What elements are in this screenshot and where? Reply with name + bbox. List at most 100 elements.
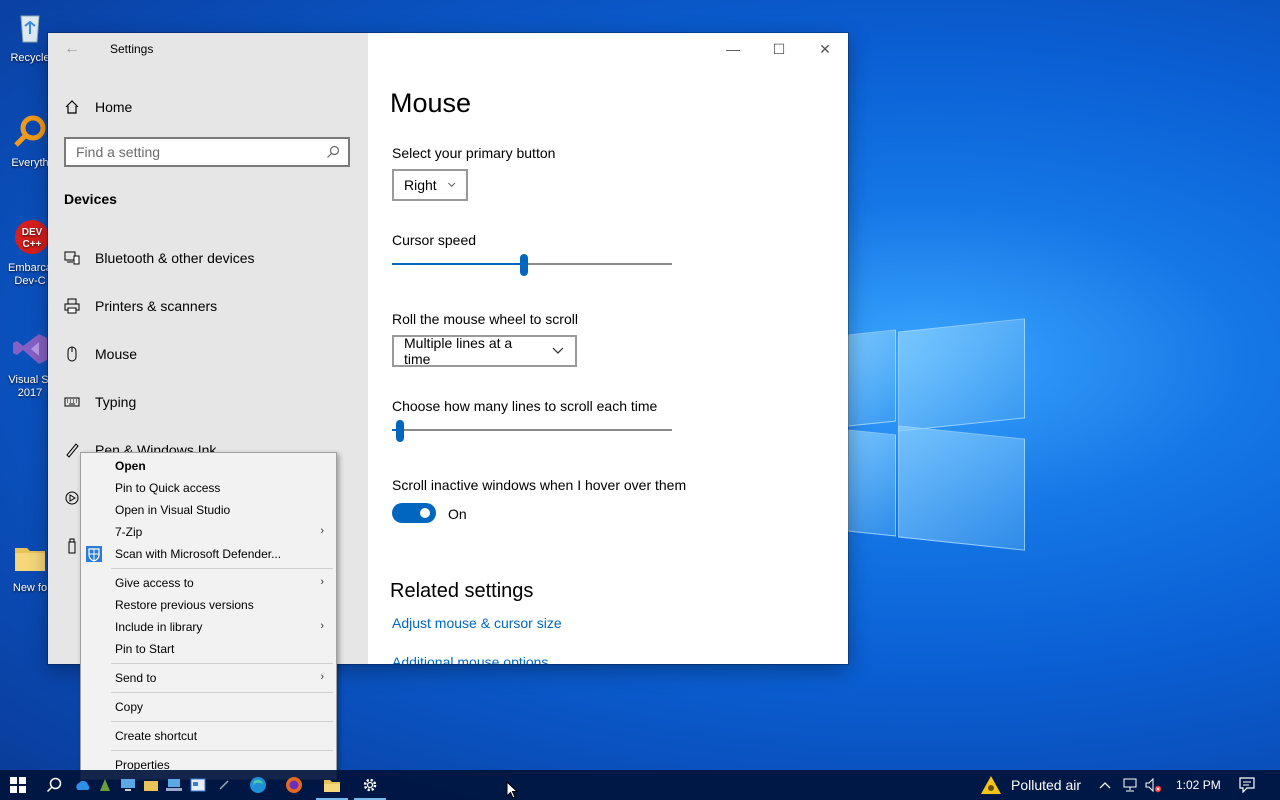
- menu-separator: [111, 663, 333, 664]
- menu-item-label: Include in library: [115, 620, 203, 634]
- taskbar-app-5[interactable]: [186, 770, 210, 800]
- taskbar-app-3[interactable]: [140, 770, 162, 800]
- window-title: Settings: [110, 42, 154, 56]
- taskbar-app-4[interactable]: [162, 770, 186, 800]
- network-computer-icon: [166, 779, 182, 791]
- action-center-button[interactable]: [1232, 770, 1262, 800]
- clock[interactable]: 1:02 PM: [1176, 778, 1221, 792]
- submenu-arrow-icon: ›: [320, 525, 324, 537]
- usb-icon: [64, 538, 80, 554]
- slider-fill: [392, 263, 524, 265]
- search-input[interactable]: Find a setting: [64, 137, 350, 167]
- chevron-down-icon: [447, 182, 455, 187]
- menu-item-scan-defender[interactable]: Scan with Microsoft Defender...: [81, 543, 334, 565]
- everything-search-icon: [14, 115, 46, 147]
- visual-studio-icon: [13, 334, 47, 364]
- menu-item-open-visual-studio[interactable]: Open in Visual Studio: [81, 499, 334, 521]
- context-menu: Open Pin to Quick access Open in Visual …: [80, 452, 337, 780]
- taskbar-firefox[interactable]: [276, 770, 312, 800]
- lines-scroll-slider[interactable]: [392, 420, 672, 442]
- sidebar-item-label: Bluetooth & other devices: [95, 250, 255, 266]
- search-icon: [327, 145, 340, 158]
- network-status[interactable]: [1118, 770, 1142, 800]
- menu-item-send-to[interactable]: Send to ›: [81, 667, 334, 689]
- menu-item-7zip[interactable]: 7-Zip ›: [81, 521, 334, 543]
- slider-thumb[interactable]: [396, 420, 405, 442]
- firefox-icon: [286, 777, 302, 793]
- home-icon: [65, 100, 79, 114]
- menu-item-label: Copy: [115, 700, 144, 714]
- menu-item-pin-start[interactable]: Pin to Start: [81, 638, 334, 660]
- wheel-scroll-value: Multiple lines at a time: [404, 335, 513, 367]
- minimize-button[interactable]: —: [710, 33, 756, 65]
- menu-item-label: Create shortcut: [115, 729, 198, 743]
- mouse-pointer-icon: [506, 781, 519, 799]
- menu-item-copy[interactable]: Copy: [81, 696, 334, 718]
- cursor-speed-slider[interactable]: [392, 254, 672, 276]
- inactive-scroll-toggle[interactable]: [392, 503, 436, 523]
- sidebar-item-bluetooth[interactable]: Bluetooth & other devices: [64, 245, 354, 271]
- show-hidden-icons[interactable]: [1094, 770, 1116, 800]
- submenu-arrow-icon: ›: [320, 671, 324, 683]
- printer-icon: [64, 298, 80, 314]
- volume-status[interactable]: [1142, 770, 1164, 800]
- mouse-icon: [64, 346, 80, 362]
- start-button[interactable]: [0, 770, 36, 800]
- weather-text[interactable]: Polluted air: [1011, 777, 1081, 793]
- keyboard-icon: [64, 394, 80, 410]
- weather-widget-icon[interactable]: [974, 770, 1008, 800]
- sidebar-item-mouse[interactable]: Mouse: [64, 341, 354, 367]
- taskbar-app-2[interactable]: [116, 770, 140, 800]
- menu-item-open[interactable]: Open: [81, 455, 334, 477]
- search-icon: [46, 777, 62, 793]
- maximize-button[interactable]: ☐: [756, 33, 802, 65]
- menu-item-label: Open: [115, 459, 146, 473]
- primary-button-dropdown[interactable]: Right: [392, 169, 468, 201]
- menu-item-restore-versions[interactable]: Restore previous versions: [81, 594, 334, 616]
- menu-item-include-library[interactable]: Include in library ›: [81, 616, 334, 638]
- adjust-mouse-size-link[interactable]: Adjust mouse & cursor size: [392, 615, 562, 631]
- additional-mouse-options-link[interactable]: Additional mouse options: [392, 654, 548, 664]
- search-placeholder: Find a setting: [76, 144, 161, 160]
- svg-text:C++: C++: [23, 239, 42, 250]
- inactive-scroll-label: Scroll inactive windows when I hover ove…: [392, 477, 687, 493]
- taskbar-edge[interactable]: [240, 770, 276, 800]
- taskbar-settings[interactable]: [352, 770, 388, 800]
- windows-logo-icon: [10, 777, 26, 793]
- menu-separator: [111, 568, 333, 569]
- home-label: Home: [95, 99, 133, 115]
- menu-item-create-shortcut[interactable]: Create shortcut: [81, 725, 334, 747]
- taskbar-app-6[interactable]: [210, 770, 238, 800]
- wheel-scroll-dropdown[interactable]: Multiple lines at a time: [392, 335, 577, 367]
- settings-content: — ☐ ✕ Mouse Select your primary button R…: [368, 33, 848, 664]
- back-arrow-icon[interactable]: ←: [64, 40, 80, 58]
- close-button[interactable]: ✕: [802, 33, 848, 65]
- menu-separator: [111, 692, 333, 693]
- control-panel-icon: [190, 778, 206, 792]
- submenu-arrow-icon: ›: [320, 576, 324, 588]
- wheel-scroll-label: Roll the mouse wheel to scroll: [392, 311, 578, 327]
- defender-icon: [86, 546, 102, 562]
- slider-thumb[interactable]: [519, 254, 528, 276]
- sidebar-item-printers[interactable]: Printers & scanners: [64, 293, 354, 319]
- menu-item-label: Scan with Microsoft Defender...: [115, 547, 282, 561]
- taskbar: Polluted air 1:02 PM: [0, 770, 1280, 800]
- devcpp-icon: DEVC++: [15, 220, 49, 254]
- menu-item-pin-quick-access[interactable]: Pin to Quick access: [81, 477, 334, 499]
- bluetooth-devices-icon: [64, 250, 80, 266]
- sidebar-item-typing[interactable]: Typing: [64, 389, 354, 415]
- edge-browser-icon: [250, 777, 266, 793]
- menu-item-label: Open in Visual Studio: [115, 503, 231, 517]
- recycle-bin-icon: [20, 15, 40, 43]
- menu-item-label: Pin to Quick access: [115, 481, 221, 495]
- sidebar-home[interactable]: Home: [64, 95, 132, 119]
- app-icon: [100, 779, 110, 791]
- toggle-knob: [420, 508, 430, 518]
- taskbar-app-1[interactable]: [94, 770, 116, 800]
- gear-icon: [363, 778, 377, 792]
- taskbar-file-explorer[interactable]: [314, 770, 350, 800]
- primary-button-label: Select your primary button: [392, 145, 556, 161]
- menu-item-give-access[interactable]: Give access to ›: [81, 572, 334, 594]
- related-settings-title: Related settings: [390, 580, 534, 602]
- pen-icon: [64, 442, 80, 458]
